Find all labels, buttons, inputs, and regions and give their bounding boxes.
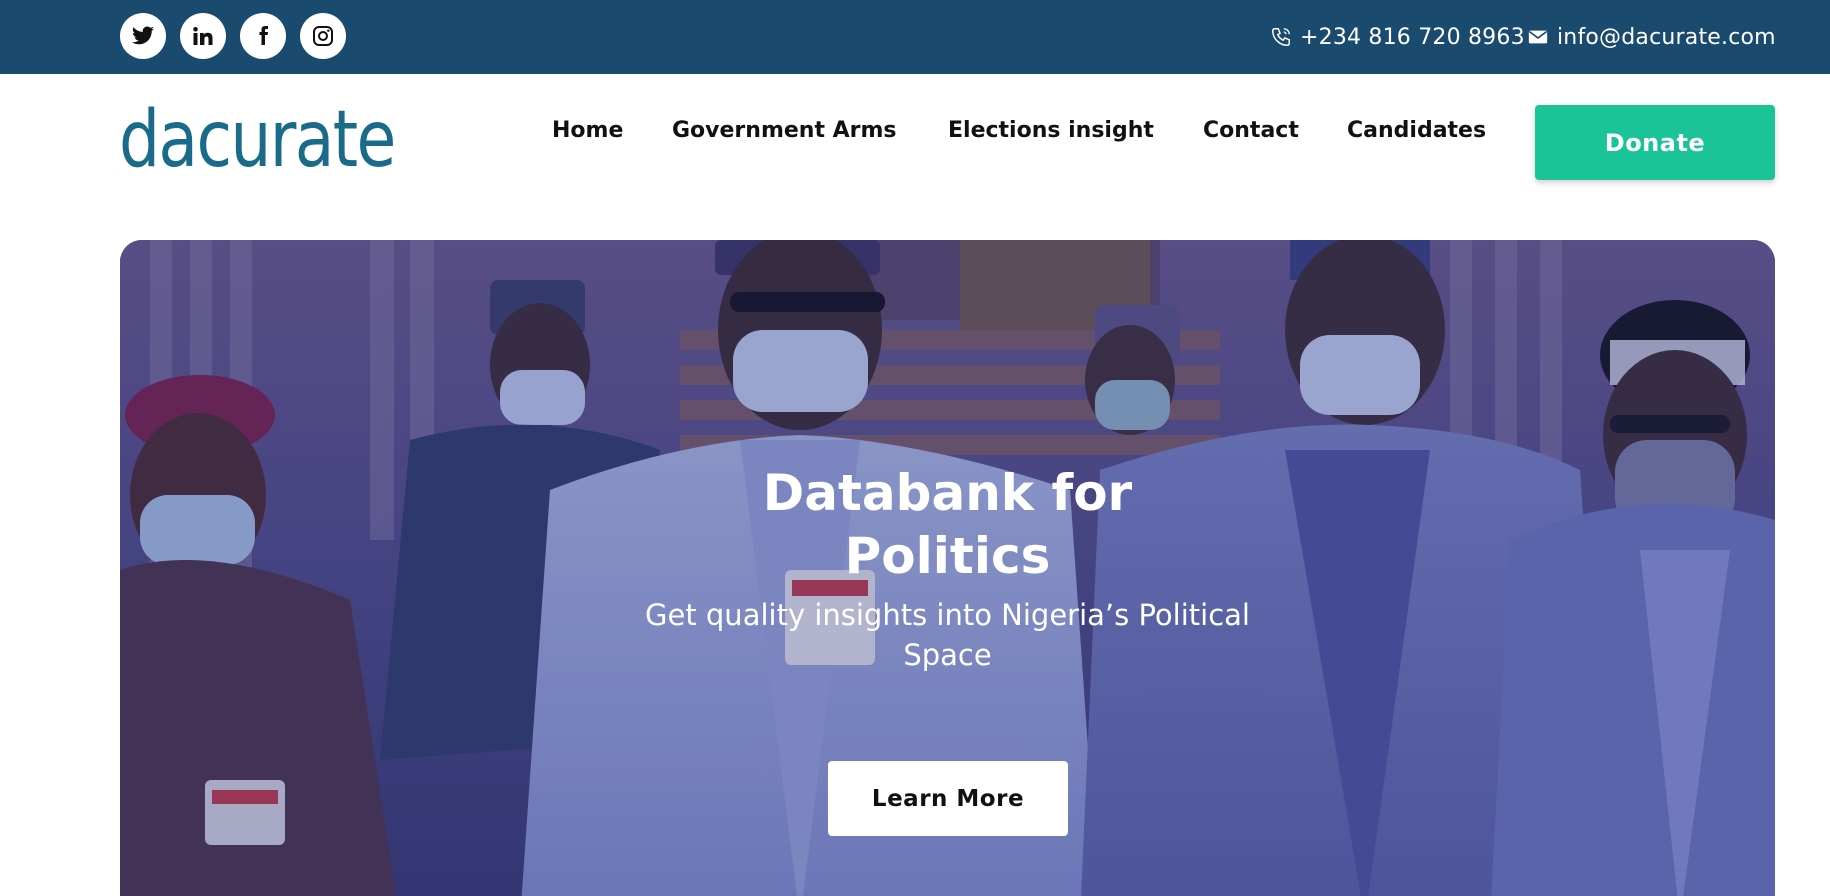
nav-candidates[interactable]: Candidates [1347, 118, 1486, 143]
learn-more-button[interactable]: Learn More [828, 761, 1068, 836]
twitter-icon[interactable] [120, 13, 166, 59]
logo[interactable]: dacurate [119, 95, 396, 185]
facebook-icon[interactable] [240, 13, 286, 59]
nav-contact[interactable]: Contact [1203, 118, 1299, 143]
hero-title-line2: Politics [844, 527, 1051, 585]
donate-button[interactable]: Donate [1535, 105, 1775, 180]
instagram-icon[interactable] [300, 13, 346, 59]
phone-contact[interactable]: +234 816 720 8963 [1270, 0, 1525, 74]
nav-government-arms[interactable]: Government Arms [672, 118, 897, 143]
email-contact[interactable]: info@dacurate.com [1527, 0, 1776, 74]
nav-home[interactable]: Home [552, 118, 623, 143]
envelope-icon [1528, 30, 1548, 44]
hero-subtitle: Get quality insights into Nigeria’s Poli… [120, 595, 1775, 675]
phone-icon [1272, 28, 1290, 46]
nav-elections-insight[interactable]: Elections insight [948, 118, 1154, 143]
hero-banner: Databank for Politics Get quality insigh… [120, 240, 1775, 896]
linkedin-icon[interactable] [180, 13, 226, 59]
email-address: info@dacurate.com [1557, 24, 1776, 50]
hero-subtitle-line2: Space [903, 638, 992, 672]
phone-number: +234 816 720 8963 [1300, 24, 1525, 50]
hero-subtitle-line1: Get quality insights into Nigeria’s Poli… [645, 598, 1250, 632]
hero-title-line1: Databank for [762, 464, 1133, 522]
hero-title: Databank for Politics [120, 462, 1775, 588]
top-bar: +234 816 720 8963 info@dacurate.com [0, 0, 1830, 74]
